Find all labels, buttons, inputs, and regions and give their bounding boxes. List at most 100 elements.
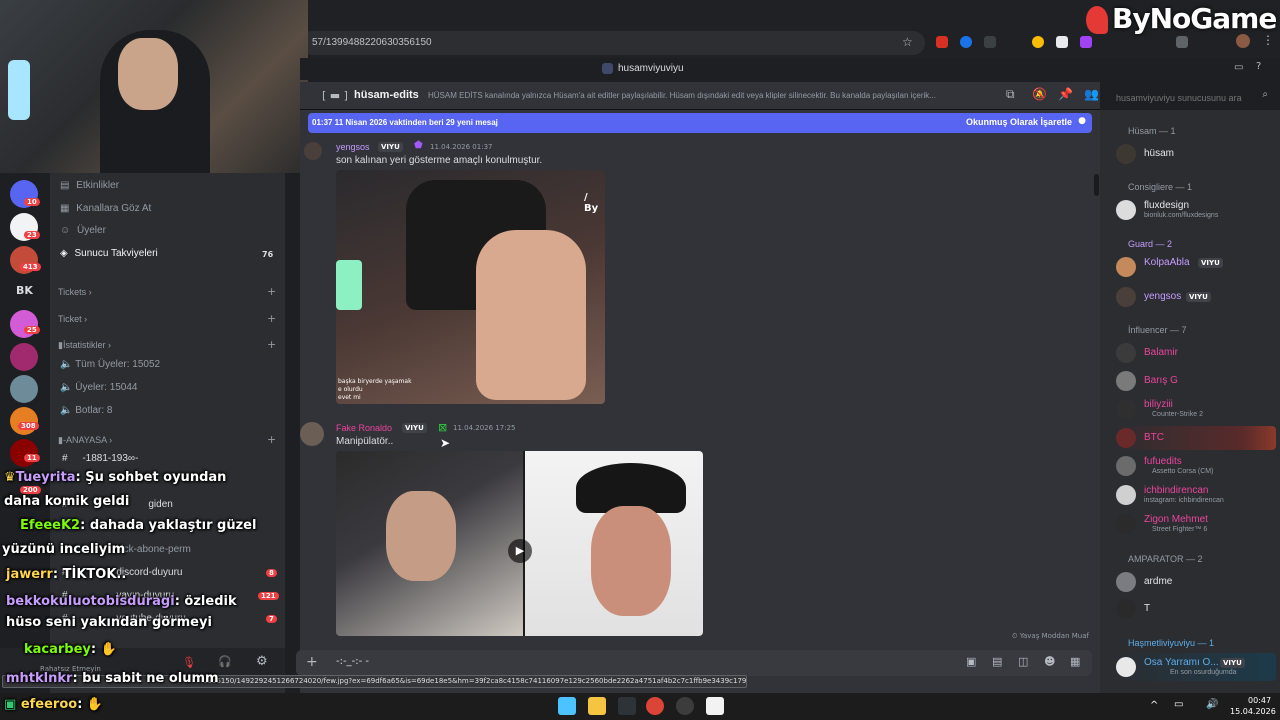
puzzle-extensions-icon[interactable]	[1176, 36, 1188, 48]
avatar[interactable]	[1116, 456, 1136, 476]
add-channel-icon[interactable]: +	[267, 312, 276, 325]
add-channel-icon[interactable]: +	[267, 433, 276, 446]
member-name[interactable]: yengsos	[1144, 291, 1181, 302]
search-field[interactable]: ⌕	[1110, 86, 1272, 107]
avatar[interactable]	[1116, 572, 1136, 592]
message-image[interactable]: / By başka biryerde yaşamak e olurdu eve…	[336, 170, 605, 404]
stat-channel[interactable]: 🔈 Botlar: 8	[60, 405, 112, 416]
avatar[interactable]	[1116, 514, 1136, 534]
message-composer[interactable]: + -:-_-:- - ▣ ▤ ◫ ☻ ▦	[296, 650, 1092, 676]
category-tickets[interactable]: Tickets ›	[58, 287, 92, 297]
menu-dots-icon[interactable]: ⋮	[1262, 33, 1274, 47]
address-bar[interactable]: 57/1399488220630356150	[300, 31, 925, 55]
category-ticket[interactable]: Ticket ›	[58, 314, 87, 324]
file-explorer-icon[interactable]	[588, 697, 606, 715]
avatar[interactable]	[1116, 343, 1136, 363]
member-name[interactable]: Barış G	[1144, 375, 1178, 386]
avatar[interactable]	[1116, 485, 1136, 505]
channel-topic[interactable]: HÜSAM EDİTS kanalında yalnızca Hüsam'a a…	[428, 91, 996, 100]
threads-icon[interactable]: ⧉	[1006, 87, 1015, 102]
add-channel-icon[interactable]: +	[267, 338, 276, 351]
member-name[interactable]: Osa Yarramı O...	[1144, 657, 1219, 668]
headset-icon[interactable]: 🎧	[218, 655, 232, 668]
member-name[interactable]: BTC	[1144, 432, 1164, 443]
avatar[interactable]	[1116, 287, 1136, 307]
avatar[interactable]	[1116, 399, 1136, 419]
category-anayasa[interactable]: ▮-ANAYASA ›	[58, 435, 112, 446]
member-name[interactable]: T	[1144, 603, 1150, 614]
chat-scrollbar[interactable]	[1094, 174, 1099, 196]
avatar[interactable]	[304, 142, 322, 160]
sidebar-item-events[interactable]: ▤ Etkinlikler	[60, 180, 119, 191]
member-name[interactable]: Zigon Mehmet	[1144, 514, 1208, 525]
server-icon[interactable]	[10, 407, 38, 435]
server-icon[interactable]	[10, 439, 38, 467]
extension-icon[interactable]	[984, 36, 996, 48]
network-icon[interactable]: ▭	[1174, 699, 1183, 710]
gif-icon[interactable]: ▤	[992, 655, 1002, 668]
server-icon[interactable]	[10, 375, 38, 403]
windows-start-icon[interactable]	[558, 697, 576, 715]
adblock-extension-icon[interactable]	[936, 36, 948, 48]
extension-icon[interactable]	[1032, 36, 1044, 48]
pin-icon[interactable]: 📌	[1058, 87, 1073, 101]
new-messages-bar[interactable]: 01:37 11 Nisan 2026 vaktinden beri 29 ye…	[308, 113, 1092, 133]
sticker-icon[interactable]: ◫	[1018, 655, 1028, 668]
message-video[interactable]: ▶	[336, 451, 703, 636]
avatar[interactable]	[1116, 144, 1136, 164]
emoji-icon[interactable]: ☻	[1044, 655, 1055, 668]
category-stats[interactable]: ▮İstatistikler ›	[58, 340, 111, 351]
avatar[interactable]	[1116, 657, 1136, 677]
add-channel-icon[interactable]: +	[267, 285, 276, 298]
inbox-icon[interactable]: ▭	[1234, 62, 1243, 73]
clock-time[interactable]: 00:47	[1248, 696, 1271, 705]
avatar[interactable]	[1116, 428, 1136, 448]
play-icon[interactable]: ▶	[508, 539, 532, 563]
avatar[interactable]	[1116, 200, 1136, 220]
message-author[interactable]: yengsos	[336, 142, 370, 152]
server-bk[interactable]: BK	[16, 284, 33, 297]
member-name[interactable]: Balamir	[1144, 347, 1178, 358]
apps-icon[interactable]: ▦	[1070, 655, 1080, 668]
member-name[interactable]: KolpaAbla	[1144, 257, 1190, 268]
sidebar-item-browse-channels[interactable]: ▦ Kanallara Göz At	[60, 203, 151, 214]
extension-icon[interactable]	[960, 36, 972, 48]
message-author[interactable]: Fake Ronaldo	[336, 423, 392, 433]
stat-channel[interactable]: 🔈 Tüm Üyeler: 15052	[60, 359, 160, 370]
mute-mic-icon[interactable]: 🎙	[182, 656, 196, 669]
member-name[interactable]: hüsam	[1144, 148, 1174, 159]
chrome-icon[interactable]	[646, 697, 664, 715]
help-icon[interactable]: ?	[1256, 61, 1261, 72]
avatar[interactable]	[1116, 257, 1136, 277]
avatar[interactable]	[300, 422, 324, 446]
extension-icon[interactable]	[1080, 36, 1092, 48]
search-input[interactable]	[1110, 89, 1250, 107]
terminal-icon[interactable]	[618, 697, 636, 715]
members-icon[interactable]: 👥	[1084, 87, 1099, 101]
avatar[interactable]	[1116, 599, 1136, 619]
mark-read-button[interactable]: Okunmuş Olarak İşaretle	[966, 117, 1072, 127]
server-icon[interactable]	[10, 343, 38, 371]
stat-channel[interactable]: 🔈 Üyeler: 15044	[60, 382, 138, 393]
member-name[interactable]: ichbindirencan	[1144, 485, 1209, 496]
member-name[interactable]: ardme	[1144, 576, 1172, 587]
sidebar-item-members[interactable]: ☺ Üyeler	[60, 225, 106, 236]
channel-item[interactable]: # -1881-193∞-	[62, 453, 138, 464]
gift-icon[interactable]: ▣	[966, 655, 976, 668]
bookmark-star-icon[interactable]: ☆	[902, 35, 913, 49]
sidebar-item-boosts[interactable]: ◈ Sunucu Takviyeleri	[60, 248, 158, 259]
profile-avatar[interactable]	[1236, 34, 1250, 48]
avatar[interactable]	[1116, 371, 1136, 391]
member-name[interactable]: fufuedits	[1144, 456, 1182, 467]
volume-icon[interactable]: 🔊	[1206, 699, 1218, 710]
member-name[interactable]: fluxdesign	[1144, 200, 1189, 211]
extension-icon[interactable]	[1056, 36, 1068, 48]
add-attachment-icon[interactable]: +	[306, 654, 318, 670]
obs-icon[interactable]	[676, 697, 694, 715]
clock-date[interactable]: 15.04.2026	[1230, 707, 1276, 716]
gear-icon[interactable]: ⚙	[256, 654, 268, 669]
member-name[interactable]: biliyziii	[1144, 399, 1173, 410]
document-icon[interactable]	[706, 697, 724, 715]
mute-icon[interactable]: 🔕	[1032, 87, 1047, 101]
tray-chevron-icon[interactable]: ^	[1150, 700, 1158, 711]
